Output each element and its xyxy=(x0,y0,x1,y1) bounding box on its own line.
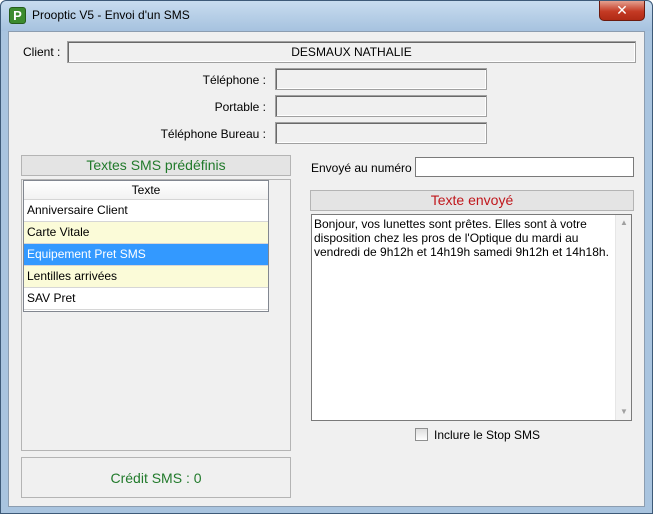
telephone-label: Téléphone : xyxy=(202,73,266,87)
bureau-field[interactable] xyxy=(275,122,487,144)
predefined-list: Texte Anniversaire Client Carte Vitale E… xyxy=(23,180,269,312)
client-label: Client : xyxy=(23,45,61,59)
app-icon: P xyxy=(9,7,26,24)
stop-sms-label[interactable]: Inclure le Stop SMS xyxy=(434,428,540,442)
list-item[interactable]: Carte Vitale xyxy=(24,222,268,244)
number-input[interactable] xyxy=(415,157,634,177)
portable-field[interactable] xyxy=(275,95,487,117)
title-bar[interactable]: P Prooptic V5 - Envoi d'un SMS ✕ xyxy=(1,1,652,31)
portable-label: Portable : xyxy=(214,100,266,114)
bureau-label: Téléphone Bureau : xyxy=(160,127,266,141)
credit-sms-text: Crédit SMS : 0 xyxy=(110,470,202,486)
list-item[interactable]: Anniversaire Client xyxy=(24,200,268,222)
message-scrollbar[interactable]: ▲ ▼ xyxy=(615,215,631,420)
telephone-field[interactable] xyxy=(275,68,487,90)
message-text: Bonjour, vos lunettes sont prêtes. Elles… xyxy=(314,217,609,259)
number-label: Envoyé au numéro : xyxy=(311,161,419,175)
close-icon[interactable]: ✕ xyxy=(599,1,645,21)
list-column-header[interactable]: Texte xyxy=(24,181,268,200)
chevron-down-icon[interactable]: ▼ xyxy=(616,404,632,420)
chevron-up-icon[interactable]: ▲ xyxy=(616,215,632,231)
list-item-selected[interactable]: Equipement Pret SMS xyxy=(24,244,268,266)
message-textarea[interactable]: Bonjour, vos lunettes sont prêtes. Elles… xyxy=(311,214,632,421)
list-item[interactable]: Lentilles arrivées xyxy=(24,266,268,288)
predefined-title: Textes SMS prédéfinis xyxy=(21,155,291,176)
list-item[interactable]: SAV Pret xyxy=(24,288,268,310)
client-name-field: DESMAUX NATHALIE xyxy=(67,41,636,63)
sent-text-title: Texte envoyé xyxy=(310,190,634,211)
credit-panel: Crédit SMS : 0 xyxy=(21,457,291,498)
sms-window: P Prooptic V5 - Envoi d'un SMS ✕ Client … xyxy=(0,0,653,514)
dialog-body: Client : DESMAUX NATHALIE Téléphone : Po… xyxy=(8,31,645,507)
window-title: Prooptic V5 - Envoi d'un SMS xyxy=(32,8,190,22)
stop-sms-checkbox[interactable] xyxy=(415,428,428,441)
